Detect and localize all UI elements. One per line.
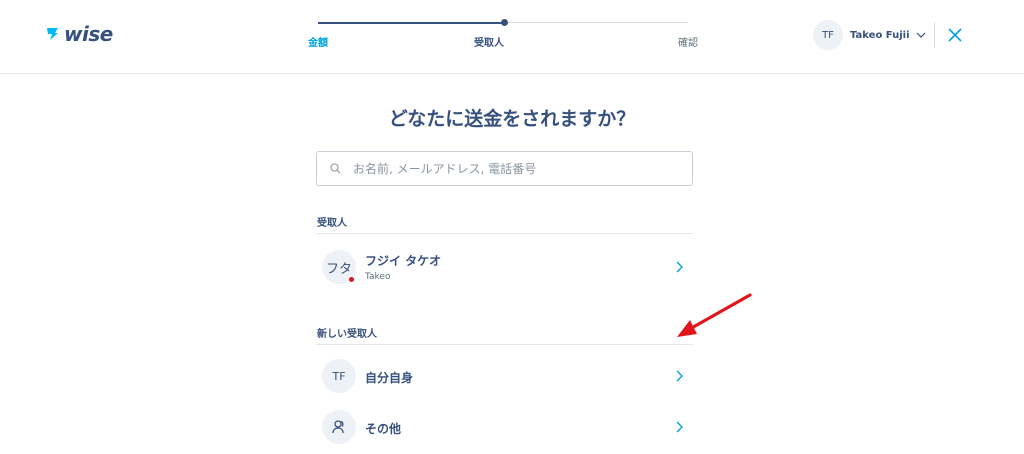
wise-flag-icon — [47, 28, 58, 40]
new-recipient-section-label: 新しい受取人 — [317, 329, 377, 340]
recipient-nickname: Takeo — [365, 272, 391, 282]
header-divider — [934, 22, 935, 48]
recipients-section-label: 受取人 — [317, 218, 347, 229]
recipient-name: フジイ タケオ — [365, 254, 442, 268]
recipient-search[interactable] — [316, 151, 693, 186]
myself-label: 自分自身 — [365, 371, 414, 385]
user-name: Takeo Fujii — [850, 29, 910, 41]
section-divider — [316, 344, 693, 345]
progress-stepper: 金額 受取人 確認 — [300, 0, 720, 73]
recipient-item-fujii[interactable]: フタ フジイ タケオ Takeo — [316, 245, 693, 289]
current-step-dot — [501, 19, 508, 26]
search-icon — [330, 163, 341, 174]
wise-logo[interactable]: wise — [46, 22, 113, 46]
step-review: 確認 — [678, 38, 698, 49]
annotation-arrow-icon — [677, 293, 752, 337]
stepper-progress — [318, 22, 504, 24]
user-menu[interactable]: TF Takeo Fujii — [813, 20, 926, 50]
logo-text: wise — [64, 22, 113, 46]
other-avatar — [322, 410, 356, 444]
section-divider — [316, 233, 693, 234]
myself-avatar: TF — [322, 359, 356, 393]
chevron-right-icon — [676, 261, 683, 273]
chevron-right-icon — [676, 370, 683, 382]
search-input[interactable] — [351, 160, 675, 177]
chevron-down-icon — [916, 32, 925, 38]
step-amount[interactable]: 金額 — [308, 34, 328, 49]
other-label: その他 — [365, 422, 402, 436]
person-icon — [332, 420, 344, 434]
top-header: wise 金額 受取人 確認 TF Takeo Fujii — [0, 0, 1024, 74]
page-title: どなたに送金をされますか？ — [388, 108, 636, 130]
close-icon[interactable] — [946, 26, 964, 44]
user-avatar: TF — [813, 20, 843, 50]
new-recipient-myself[interactable]: TF 自分自身 — [316, 354, 693, 398]
step-recipient: 受取人 — [474, 38, 504, 49]
new-recipient-other[interactable]: その他 — [316, 405, 693, 449]
chevron-right-icon — [676, 421, 683, 433]
status-dot — [349, 277, 354, 282]
